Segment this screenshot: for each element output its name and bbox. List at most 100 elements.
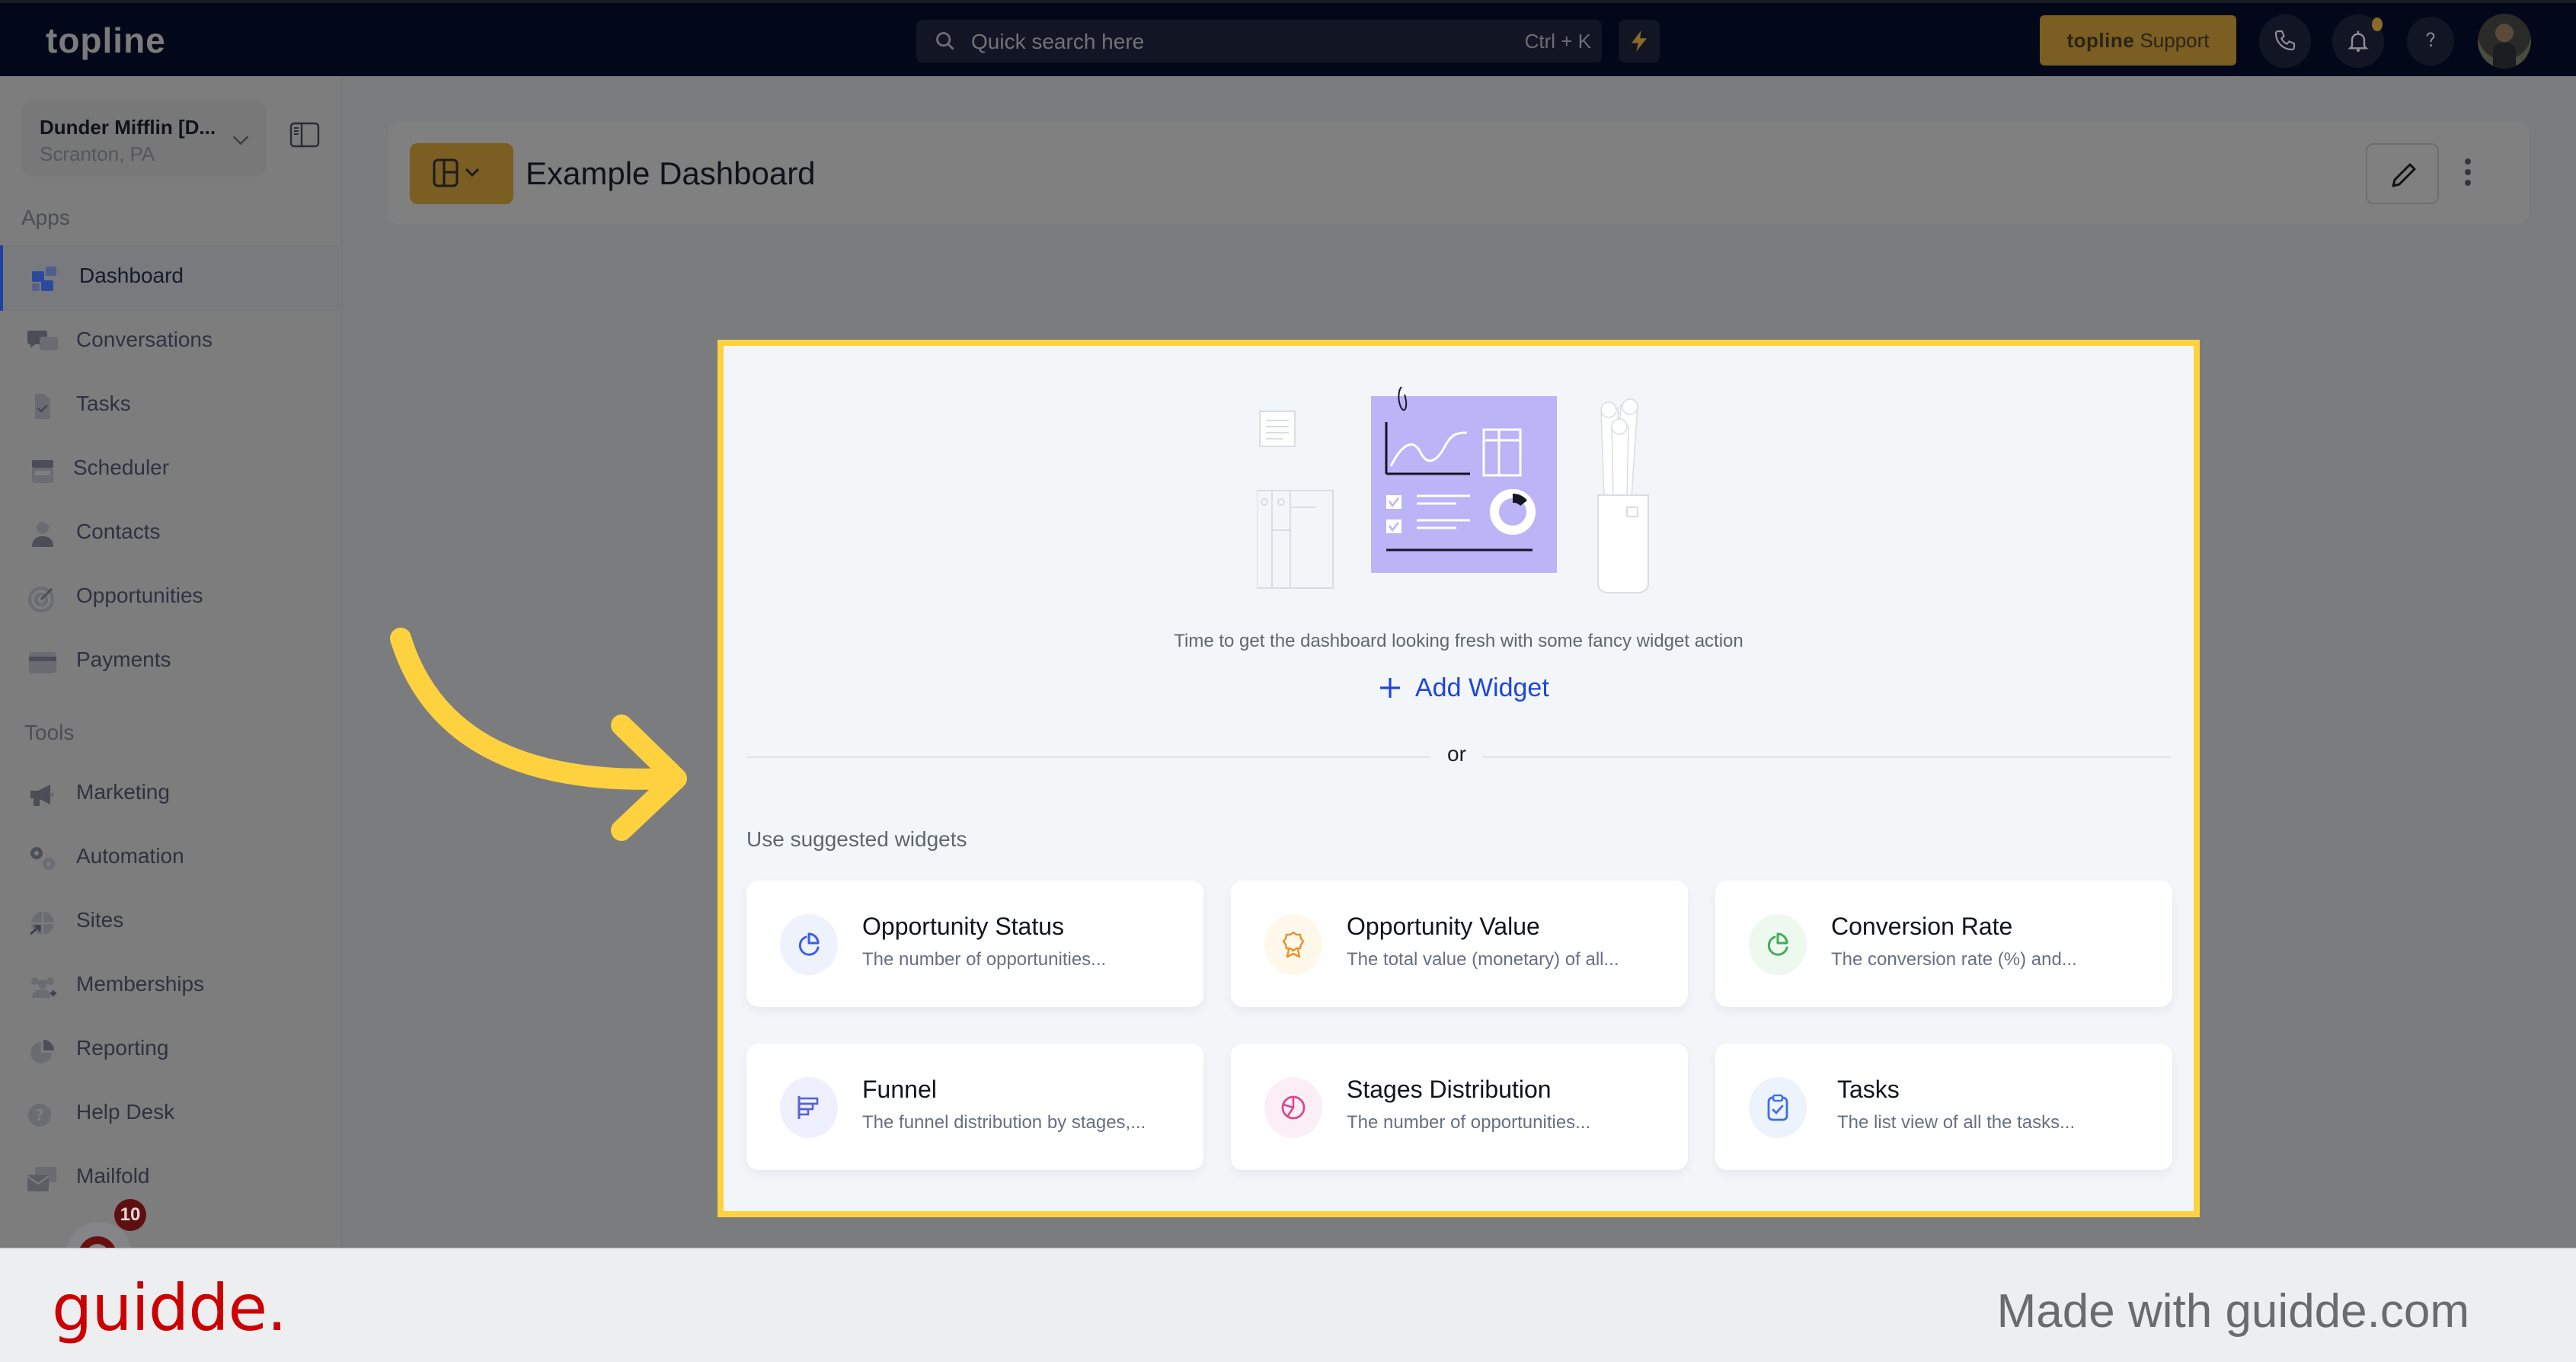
- sidebar-item-label: Opportunities: [76, 583, 203, 607]
- widget-description: The number of opportunities...: [1347, 1112, 1591, 1133]
- quick-actions-button[interactable]: [1619, 20, 1660, 62]
- sidebar-item-mailfold[interactable]: Mailfold: [0, 1146, 340, 1211]
- sidebar-item-dashboard[interactable]: Dashboard: [0, 245, 340, 311]
- phone-button[interactable]: [2259, 14, 2311, 68]
- widget-card-opportunity-status[interactable]: Opportunity Status The number of opportu…: [746, 881, 1203, 1007]
- or-label: or: [1447, 742, 1466, 766]
- widget-icon-badge: [1264, 914, 1322, 975]
- dashboard-header: Example Dashboard: [388, 122, 2529, 224]
- sidebar-item-reporting[interactable]: Reporting: [0, 1018, 340, 1083]
- dashboard-illustration: [1257, 386, 1649, 593]
- callout-arrow-icon: [390, 628, 687, 841]
- help-button[interactable]: [2407, 17, 2454, 66]
- widget-card-opportunity-value[interactable]: Opportunity Value The total value (monet…: [1231, 881, 1688, 1007]
- widget-title: Opportunity Value: [1347, 913, 1540, 940]
- calendar-icon: [32, 460, 53, 483]
- widget-description: The conversion rate (%) and...: [1831, 949, 2077, 970]
- sidebar-item-label: Conversations: [76, 328, 213, 351]
- sidebar-item-contacts[interactable]: Contacts: [0, 501, 340, 567]
- quick-search-input[interactable]: Quick search here Ctrl + K: [916, 20, 1602, 62]
- sidebar-item-label: Reporting: [76, 1036, 169, 1060]
- search-placeholder: Quick search here: [971, 30, 1145, 53]
- avatar[interactable]: [2478, 14, 2531, 69]
- widget-icon-badge: [1749, 914, 1807, 975]
- megaphone-icon: [30, 785, 54, 806]
- dashboard-switcher-button[interactable]: [410, 143, 513, 204]
- add-widget-button[interactable]: Add Widget: [1379, 669, 1549, 707]
- widget-description: The list view of all the tasks...: [1837, 1112, 2076, 1133]
- edit-dashboard-button[interactable]: [2366, 143, 2439, 204]
- support-label: Support: [2140, 29, 2210, 52]
- widget-title: Stages Distribution: [1347, 1076, 1552, 1103]
- task-file-icon: [35, 394, 50, 419]
- notifications-button[interactable]: [2332, 14, 2384, 68]
- guidde-footer: guidde. Made with guidde.com: [0, 1248, 2576, 1362]
- more-options-icon[interactable]: [2460, 157, 2475, 187]
- notification-dot: [2372, 18, 2383, 31]
- widget-description: The funnel distribution by stages,...: [862, 1112, 1146, 1133]
- users-plus-icon: [31, 977, 56, 998]
- sidebar-item-label: Payments: [76, 647, 171, 671]
- sidebar-item-marketing[interactable]: Marketing: [0, 762, 340, 827]
- sidebar-item-label: Help Desk: [76, 1100, 175, 1124]
- widget-card-stages-distribution[interactable]: Stages Distribution The number of opport…: [1231, 1044, 1688, 1170]
- widget-card-tasks[interactable]: Tasks The list view of all the tasks...: [1715, 1044, 2172, 1170]
- divider-line: [1482, 756, 2171, 758]
- help-icon: [2426, 32, 2435, 46]
- user-icon: [32, 522, 53, 547]
- widget-title: Opportunity Status: [862, 913, 1065, 940]
- sidebar-item-memberships[interactable]: Memberships: [0, 954, 340, 1019]
- location-city: Scranton, PA: [40, 142, 155, 165]
- support-brand: topline: [2066, 29, 2135, 52]
- widget-icon-badge: [1264, 1077, 1322, 1138]
- sidebar-item-label: Scheduler: [73, 456, 170, 479]
- widget-description: The total value (monetary) of all...: [1347, 949, 1619, 970]
- widget-card-funnel[interactable]: Funnel The funnel distribution by stages…: [746, 1044, 1203, 1170]
- support-button[interactable]: topline Support: [2040, 15, 2236, 66]
- sidebar-item-tasks[interactable]: Tasks: [0, 373, 340, 439]
- svg-text:?: ?: [35, 1106, 44, 1124]
- location-name: Dunder Mifflin [D...: [40, 116, 216, 139]
- widget-icon-badge: [1749, 1077, 1807, 1138]
- sidebar-item-automation[interactable]: Automation: [0, 826, 340, 891]
- sidebar: Dunder Mifflin [D... Scranton, PA Apps D…: [0, 76, 343, 1289]
- top-bar: topline Quick search here Ctrl + K topli…: [0, 0, 2576, 76]
- gears-icon: [30, 847, 55, 870]
- brand-logo[interactable]: topline: [46, 20, 166, 61]
- question-circle-icon: ?: [28, 1104, 51, 1127]
- chat-icon: [27, 331, 58, 350]
- sidebar-collapse-icon[interactable]: [289, 122, 320, 148]
- location-switcher[interactable]: Dunder Mifflin [D... Scranton, PA: [21, 101, 267, 177]
- phone-icon: [2274, 30, 2296, 51]
- widget-card-conversion-rate[interactable]: Conversion Rate The conversion rate (%) …: [1715, 881, 2172, 1007]
- sidebar-item-conversations[interactable]: Conversations: [0, 309, 340, 375]
- widget-title: Funnel: [862, 1076, 937, 1103]
- add-widget-label: Add Widget: [1415, 673, 1549, 702]
- sidebar-item-label: Automation: [76, 844, 184, 868]
- sidebar-item-label: Memberships: [76, 972, 205, 996]
- sidebar-item-label: Dashboard: [79, 264, 184, 287]
- sidebar-item-payments[interactable]: Payments: [0, 629, 340, 695]
- guidde-logo[interactable]: guidde.: [52, 1271, 287, 1345]
- suggested-widgets-label: Use suggested widgets: [746, 827, 967, 851]
- made-with-link[interactable]: Made with guidde.com: [1997, 1284, 2469, 1338]
- target-icon: [28, 587, 54, 612]
- widget-icon-badge: [780, 1077, 838, 1138]
- pie-chart-icon: [1767, 932, 1788, 956]
- widget-title: Tasks: [1837, 1076, 1900, 1103]
- lightning-icon: [1632, 30, 1647, 52]
- sidebar-item-sites[interactable]: Sites: [0, 890, 340, 955]
- sidebar-item-help-desk[interactable]: ? Help Desk: [0, 1082, 340, 1147]
- sidebar-item-label: Contacts: [76, 520, 161, 543]
- layout-icon: [433, 158, 480, 187]
- sidebar-item-opportunities[interactable]: Opportunities: [0, 565, 340, 631]
- search-shortcut: Ctrl + K: [1524, 30, 1591, 53]
- pie-chart-icon: [798, 932, 820, 956]
- bell-icon: [2347, 30, 2369, 53]
- sidebar-item-label: Sites: [76, 908, 124, 932]
- empty-state-tagline: Time to get the dashboard looking fresh …: [1174, 631, 1743, 651]
- pie-chart-icon: [30, 1040, 54, 1063]
- widget-title: Conversion Rate: [1831, 913, 2013, 940]
- sidebar-item-scheduler[interactable]: Scheduler: [0, 437, 340, 503]
- funnel-icon: [797, 1096, 819, 1119]
